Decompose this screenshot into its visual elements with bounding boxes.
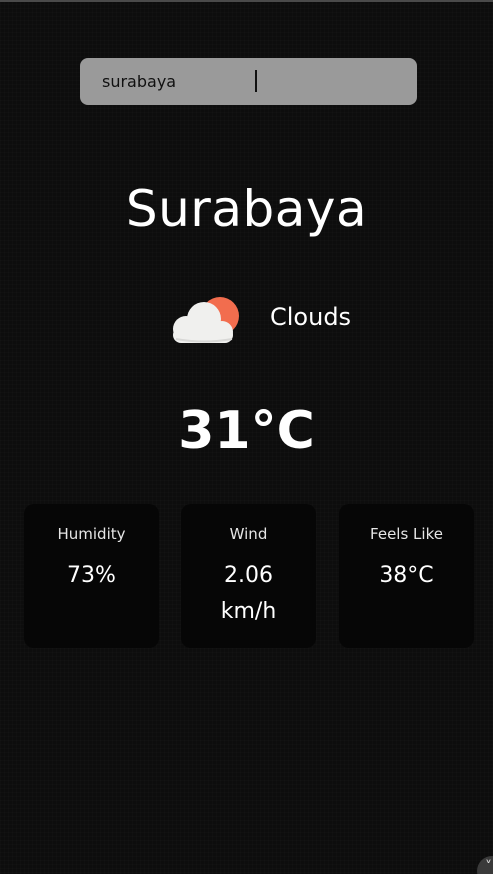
wind-value: 2.06 km/h	[220, 563, 277, 624]
condition-label: Clouds	[270, 303, 352, 331]
weather-condition: Clouds	[160, 285, 380, 351]
wind-label: Wind	[229, 525, 268, 543]
temperature-value: 31°C	[178, 401, 315, 461]
feels-like-label: Feels Like	[370, 525, 443, 543]
window-top-border	[0, 0, 493, 2]
search-input[interactable]	[102, 72, 392, 91]
humidity-card: Humidity 73%	[24, 504, 159, 648]
feels-like-value: 38°C	[379, 563, 434, 588]
wind-card: Wind 2.06 km/h	[181, 504, 316, 648]
feels-like-card: Feels Like 38°C	[339, 504, 474, 648]
cloud-sun-icon	[173, 297, 239, 343]
search-bar[interactable]	[80, 58, 417, 105]
city-name: Surabaya	[125, 180, 368, 238]
humidity-label: Humidity	[57, 525, 126, 543]
text-caret	[255, 70, 257, 92]
humidity-value: 73%	[67, 563, 116, 588]
chevron-down-icon[interactable]: ˅	[477, 856, 493, 874]
